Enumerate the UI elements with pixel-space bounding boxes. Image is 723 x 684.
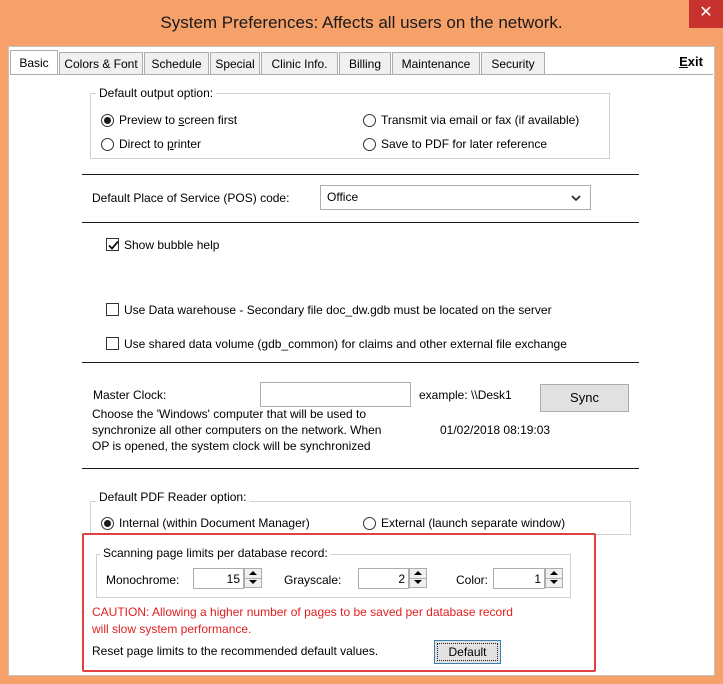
transmit-radio[interactable]	[363, 114, 376, 127]
tab-schedule[interactable]: Schedule	[144, 52, 209, 74]
save-pdf-radio[interactable]	[363, 138, 376, 151]
arrow-down-icon	[414, 580, 422, 584]
system-datetime: 01/02/2018 08:19:03	[440, 423, 551, 437]
title-bar[interactable]: System Preferences: Affects all users on…	[0, 0, 723, 46]
close-icon: ✕	[699, 4, 713, 21]
shared-volume-checkbox[interactable]	[106, 337, 119, 350]
pos-select[interactable]: Office	[320, 185, 591, 210]
master-clock-desc-2: synchronize all other computers on the n…	[92, 423, 382, 437]
tab-billing[interactable]: Billing	[339, 52, 391, 74]
pos-value: Office	[327, 190, 359, 204]
internal-reader-label[interactable]: Internal (within Document Manager)	[119, 516, 310, 530]
master-clock-desc-1: Choose the 'Windows' computer that will …	[92, 407, 367, 421]
grayscale-input[interactable]: 2	[358, 568, 409, 589]
preferences-window: System Preferences: Affects all users on…	[0, 0, 723, 684]
save-pdf-label[interactable]: Save to PDF for later reference	[381, 137, 547, 151]
grayscale-label: Grayscale:	[284, 573, 342, 587]
monochrome-label: Monochrome:	[106, 573, 180, 587]
master-clock-example: example: \\Desk1	[419, 388, 512, 402]
data-warehouse-checkbox[interactable]	[106, 303, 119, 316]
reset-limits-label: Reset page limits to the recommended def…	[92, 644, 379, 658]
grayscale-spinner[interactable]	[409, 568, 427, 588]
output-option-legend: Default output option:	[96, 86, 217, 100]
master-clock-label: Master Clock:	[93, 388, 167, 402]
shared-volume-label[interactable]: Use shared data volume (gdb_common) for …	[124, 337, 567, 351]
master-clock-input[interactable]	[260, 382, 411, 407]
divider	[82, 174, 639, 175]
divider	[82, 362, 639, 363]
divider	[82, 222, 639, 223]
direct-printer-label[interactable]: Direct to printer	[119, 137, 201, 151]
caution-text-2: will slow system performance.	[92, 622, 252, 636]
tab-basic[interactable]: Basic	[10, 50, 58, 75]
tab-colors-font[interactable]: Colors & Font	[59, 52, 143, 74]
monochrome-spinner[interactable]	[244, 568, 262, 588]
color-label: Color:	[456, 573, 489, 587]
external-reader-label[interactable]: External (launch separate window)	[381, 516, 565, 530]
direct-printer-radio[interactable]	[101, 138, 114, 151]
close-button[interactable]: ✕	[689, 0, 723, 28]
window-title: System Preferences: Affects all users on…	[160, 13, 563, 32]
default-button[interactable]: Default	[434, 640, 501, 664]
spin-down-button[interactable]	[546, 578, 562, 587]
arrow-up-icon	[249, 571, 257, 575]
color-spinner[interactable]	[545, 568, 563, 588]
color-input[interactable]: 1	[493, 568, 545, 589]
tab-divider	[10, 74, 713, 75]
bubble-help-checkbox[interactable]	[106, 238, 119, 251]
divider	[82, 468, 639, 469]
arrow-down-icon	[249, 580, 257, 584]
arrow-up-icon	[414, 571, 422, 575]
bubble-help-label[interactable]: Show bubble help	[124, 238, 219, 252]
checkmark-icon	[108, 240, 119, 250]
tab-security[interactable]: Security	[481, 52, 545, 74]
monochrome-input[interactable]: 15	[193, 568, 244, 589]
spin-down-button[interactable]	[245, 578, 261, 587]
transmit-label[interactable]: Transmit via email or fax (if available)	[381, 113, 579, 127]
tab-maintenance[interactable]: Maintenance	[392, 52, 480, 74]
tab-special[interactable]: Special	[210, 52, 260, 74]
master-clock-desc-3: OP is opened, the system clock will be s…	[92, 439, 371, 453]
caution-text-1: CAUTION: Allowing a higher number of pag…	[92, 605, 513, 619]
exit-button[interactable]: Exit	[670, 51, 712, 73]
arrow-down-icon	[550, 580, 558, 584]
external-reader-radio[interactable]	[363, 517, 376, 530]
arrow-up-icon	[550, 571, 558, 575]
scanning-limits-legend: Scanning page limits per database record…	[100, 546, 331, 560]
data-warehouse-label[interactable]: Use Data warehouse - Secondary file doc_…	[124, 303, 552, 317]
preview-radio[interactable]	[101, 114, 114, 127]
pdf-reader-legend: Default PDF Reader option:	[96, 490, 250, 504]
spin-down-button[interactable]	[410, 578, 426, 587]
sync-button[interactable]: Sync	[540, 384, 629, 412]
pos-label: Default Place of Service (POS) code:	[92, 191, 290, 205]
tab-clinic-info[interactable]: Clinic Info.	[261, 52, 338, 74]
preview-label[interactable]: Preview to screen first	[119, 113, 237, 127]
internal-reader-radio[interactable]	[101, 517, 114, 530]
chevron-down-icon	[571, 195, 581, 202]
